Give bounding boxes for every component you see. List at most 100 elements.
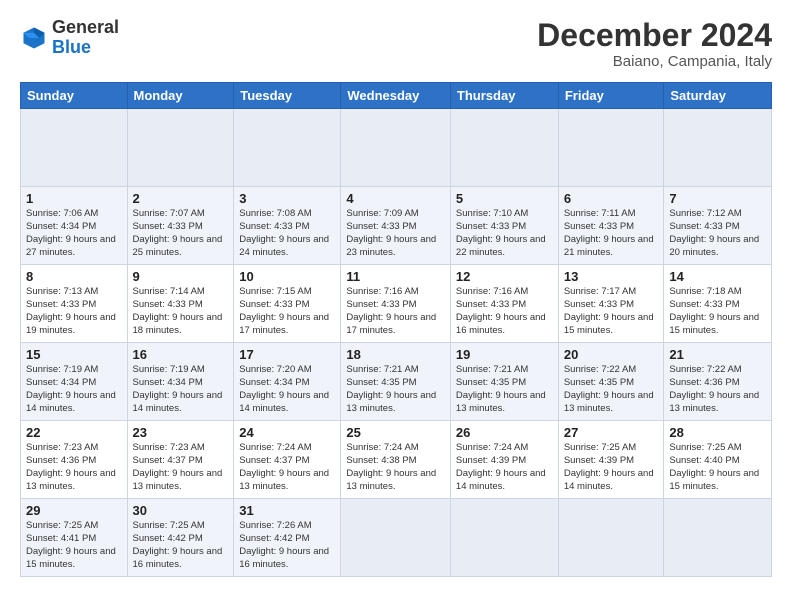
day-number: 20 bbox=[564, 347, 659, 362]
day-info: Sunrise: 7:22 AMSunset: 4:35 PMDaylight:… bbox=[564, 364, 659, 415]
day-number: 25 bbox=[346, 425, 445, 440]
cell-4-2: 24Sunrise: 7:24 AMSunset: 4:37 PMDayligh… bbox=[234, 421, 341, 499]
week-row-2: 8Sunrise: 7:13 AMSunset: 4:33 PMDaylight… bbox=[21, 265, 772, 343]
week-row-0 bbox=[21, 109, 772, 187]
cell-1-4: 5Sunrise: 7:10 AMSunset: 4:33 PMDaylight… bbox=[450, 187, 558, 265]
day-info: Sunrise: 7:21 AMSunset: 4:35 PMDaylight:… bbox=[456, 364, 553, 415]
cell-3-5: 20 Sunrise: 7:22 AMSunset: 4:35 PMDayligh… bbox=[558, 343, 664, 421]
day-number: 22 bbox=[26, 425, 122, 440]
cell-3-3: 18Sunrise: 7:21 AMSunset: 4:35 PMDayligh… bbox=[341, 343, 451, 421]
day-number: 18 bbox=[346, 347, 445, 362]
day-number: 11 bbox=[346, 269, 445, 284]
day-number: 30 bbox=[133, 503, 229, 518]
cell-5-1: 30 Sunrise: 7:25 AMSunset: 4:42 PMDayligh… bbox=[127, 499, 234, 577]
cell-2-2: 10 Sunrise: 7:15 AMSunset: 4:33 PMDayligh… bbox=[234, 265, 341, 343]
day-number: 4 bbox=[346, 191, 445, 206]
cell-2-0: 8Sunrise: 7:13 AMSunset: 4:33 PMDaylight… bbox=[21, 265, 128, 343]
cell-1-6: 7 Sunrise: 7:12 AMSunset: 4:33 PMDaylight… bbox=[664, 187, 772, 265]
cell-5-0: 29 Sunrise: 7:25 AMSunset: 4:41 PMDayligh… bbox=[21, 499, 128, 577]
cell-2-1: 9 Sunrise: 7:14 AMSunset: 4:33 PMDaylight… bbox=[127, 265, 234, 343]
cell-4-6: 28 Sunrise: 7:25 AMSunset: 4:40 PMDayligh… bbox=[664, 421, 772, 499]
cell-3-4: 19 Sunrise: 7:21 AMSunset: 4:35 PMDayligh… bbox=[450, 343, 558, 421]
day-info: Sunrise: 7:25 AMSunset: 4:39 PMDaylight:… bbox=[564, 442, 659, 493]
day-number: 8 bbox=[26, 269, 122, 284]
week-row-3: 15 Sunrise: 7:19 AMSunset: 4:34 PMDayligh… bbox=[21, 343, 772, 421]
header-wednesday: Wednesday bbox=[341, 83, 451, 109]
cell-3-6: 21 Sunrise: 7:22 AMSunset: 4:36 PMDayligh… bbox=[664, 343, 772, 421]
day-number: 15 bbox=[26, 347, 122, 362]
day-number: 1 bbox=[26, 191, 122, 206]
day-number: 9 bbox=[133, 269, 229, 284]
day-info: Sunrise: 7:15 AMSunset: 4:33 PMDaylight:… bbox=[239, 286, 335, 337]
title-block: December 2024 Baiano, Campania, Italy bbox=[537, 18, 772, 70]
day-info: Sunrise: 7:09 AMSunset: 4:33 PMDaylight:… bbox=[346, 208, 445, 259]
day-info: Sunrise: 7:14 AMSunset: 4:33 PMDaylight:… bbox=[133, 286, 229, 337]
day-info: Sunrise: 7:23 AMSunset: 4:37 PMDaylight:… bbox=[133, 442, 229, 493]
day-info: Sunrise: 7:22 AMSunset: 4:36 PMDaylight:… bbox=[669, 364, 766, 415]
logo: General Blue bbox=[20, 18, 119, 58]
cell-5-6 bbox=[664, 499, 772, 577]
day-number: 26 bbox=[456, 425, 553, 440]
cell-5-2: 31Sunrise: 7:26 AMSunset: 4:42 PMDayligh… bbox=[234, 499, 341, 577]
cell-4-3: 25Sunrise: 7:24 AMSunset: 4:38 PMDayligh… bbox=[341, 421, 451, 499]
day-number: 14 bbox=[669, 269, 766, 284]
cell-3-0: 15 Sunrise: 7:19 AMSunset: 4:34 PMDayligh… bbox=[21, 343, 128, 421]
day-number: 31 bbox=[239, 503, 335, 518]
day-info: Sunrise: 7:12 AMSunset: 4:33 PMDaylight:… bbox=[669, 208, 766, 259]
day-info: Sunrise: 7:25 AMSunset: 4:41 PMDaylight:… bbox=[26, 520, 122, 571]
cell-1-5: 6Sunrise: 7:11 AMSunset: 4:33 PMDaylight… bbox=[558, 187, 664, 265]
logo-text: General Blue bbox=[52, 18, 119, 58]
day-number: 23 bbox=[133, 425, 229, 440]
day-number: 7 bbox=[669, 191, 766, 206]
day-info: Sunrise: 7:11 AMSunset: 4:33 PMDaylight:… bbox=[564, 208, 659, 259]
day-info: Sunrise: 7:16 AMSunset: 4:33 PMDaylight:… bbox=[456, 286, 553, 337]
header-sunday: Sunday bbox=[21, 83, 128, 109]
day-number: 16 bbox=[133, 347, 229, 362]
day-info: Sunrise: 7:25 AMSunset: 4:42 PMDaylight:… bbox=[133, 520, 229, 571]
cell-1-2: 3Sunrise: 7:08 AMSunset: 4:33 PMDaylight… bbox=[234, 187, 341, 265]
cell-5-3 bbox=[341, 499, 451, 577]
day-number: 29 bbox=[26, 503, 122, 518]
logo-icon bbox=[20, 24, 48, 52]
day-info: Sunrise: 7:20 AMSunset: 4:34 PMDaylight:… bbox=[239, 364, 335, 415]
cell-0-5 bbox=[558, 109, 664, 187]
cell-0-6 bbox=[664, 109, 772, 187]
day-number: 28 bbox=[669, 425, 766, 440]
cell-2-3: 11Sunrise: 7:16 AMSunset: 4:33 PMDayligh… bbox=[341, 265, 451, 343]
cell-3-1: 16 Sunrise: 7:19 AMSunset: 4:34 PMDayligh… bbox=[127, 343, 234, 421]
header-thursday: Thursday bbox=[450, 83, 558, 109]
cell-4-1: 23 Sunrise: 7:23 AMSunset: 4:37 PMDayligh… bbox=[127, 421, 234, 499]
cell-2-4: 12 Sunrise: 7:16 AMSunset: 4:33 PMDayligh… bbox=[450, 265, 558, 343]
logo-general-text: General bbox=[52, 17, 119, 37]
day-number: 17 bbox=[239, 347, 335, 362]
header-saturday: Saturday bbox=[664, 83, 772, 109]
day-number: 19 bbox=[456, 347, 553, 362]
cell-3-2: 17 Sunrise: 7:20 AMSunset: 4:34 PMDayligh… bbox=[234, 343, 341, 421]
day-info: Sunrise: 7:19 AMSunset: 4:34 PMDaylight:… bbox=[133, 364, 229, 415]
logo-blue-text: Blue bbox=[52, 37, 91, 57]
day-number: 10 bbox=[239, 269, 335, 284]
day-info: Sunrise: 7:25 AMSunset: 4:40 PMDaylight:… bbox=[669, 442, 766, 493]
day-info: Sunrise: 7:18 AMSunset: 4:33 PMDaylight:… bbox=[669, 286, 766, 337]
location: Baiano, Campania, Italy bbox=[537, 53, 772, 70]
day-info: Sunrise: 7:19 AMSunset: 4:34 PMDaylight:… bbox=[26, 364, 122, 415]
day-info: Sunrise: 7:06 AMSunset: 4:34 PMDaylight:… bbox=[26, 208, 122, 259]
day-number: 2 bbox=[133, 191, 229, 206]
day-info: Sunrise: 7:17 AMSunset: 4:33 PMDaylight:… bbox=[564, 286, 659, 337]
day-info: Sunrise: 7:24 AMSunset: 4:39 PMDaylight:… bbox=[456, 442, 553, 493]
week-row-1: 1 Sunrise: 7:06 AMSunset: 4:34 PMDaylight… bbox=[21, 187, 772, 265]
day-info: Sunrise: 7:08 AMSunset: 4:33 PMDaylight:… bbox=[239, 208, 335, 259]
day-number: 12 bbox=[456, 269, 553, 284]
cell-5-5 bbox=[558, 499, 664, 577]
header-friday: Friday bbox=[558, 83, 664, 109]
calendar-table: SundayMondayTuesdayWednesdayThursdayFrid… bbox=[20, 82, 772, 577]
cell-1-1: 2 Sunrise: 7:07 AMSunset: 4:33 PMDaylight… bbox=[127, 187, 234, 265]
cell-5-4 bbox=[450, 499, 558, 577]
day-info: Sunrise: 7:07 AMSunset: 4:33 PMDaylight:… bbox=[133, 208, 229, 259]
week-row-5: 29 Sunrise: 7:25 AMSunset: 4:41 PMDayligh… bbox=[21, 499, 772, 577]
cell-2-6: 14 Sunrise: 7:18 AMSunset: 4:33 PMDayligh… bbox=[664, 265, 772, 343]
header-row: SundayMondayTuesdayWednesdayThursdayFrid… bbox=[21, 83, 772, 109]
day-number: 21 bbox=[669, 347, 766, 362]
header: General Blue December 2024 Baiano, Campa… bbox=[20, 18, 772, 70]
cell-0-2 bbox=[234, 109, 341, 187]
